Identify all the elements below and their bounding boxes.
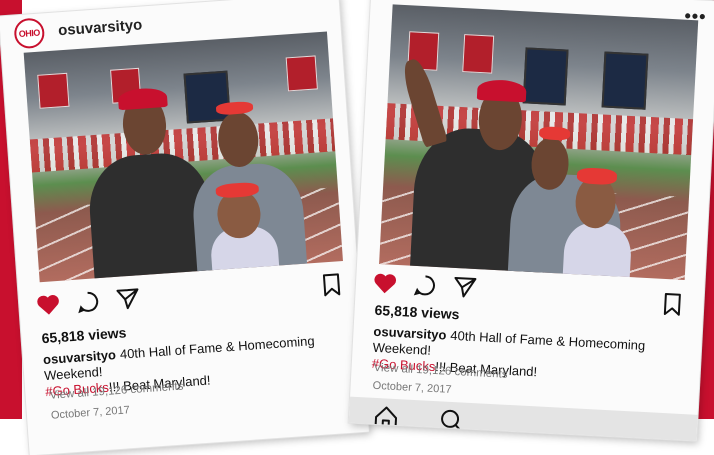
send-icon[interactable] bbox=[114, 285, 142, 313]
bookmark-icon[interactable] bbox=[659, 291, 686, 318]
search-icon[interactable] bbox=[438, 407, 465, 434]
baby-figure bbox=[561, 221, 633, 280]
post-photo[interactable] bbox=[379, 4, 699, 280]
scoreboard-screen bbox=[601, 51, 649, 111]
caption: osuvarsityo 40th Hall of Fame & Homecomin… bbox=[371, 324, 693, 389]
caption-username[interactable]: osuvarsityo bbox=[43, 347, 117, 367]
heart-icon[interactable] bbox=[371, 270, 398, 297]
scoreboard-screen bbox=[183, 70, 231, 124]
post-photo[interactable] bbox=[23, 31, 343, 283]
red-cap bbox=[476, 79, 527, 103]
instagram-post-card-left: OHIO osuvarsityo 65,818 views osuvarsity… bbox=[0, 0, 369, 455]
view-count: 65,818 views bbox=[41, 324, 127, 347]
avatar[interactable]: OHIO bbox=[13, 17, 46, 50]
scoreboard-screen bbox=[522, 47, 569, 106]
comment-icon[interactable] bbox=[411, 272, 438, 299]
arena-banner bbox=[462, 34, 495, 75]
arena-banner bbox=[286, 55, 318, 92]
post-date: October 7, 2017 bbox=[50, 404, 131, 422]
view-count: 65,818 views bbox=[374, 301, 460, 323]
woman-head bbox=[216, 110, 261, 169]
post-date: October 7, 2017 bbox=[372, 379, 452, 396]
instagram-post-card-right: ••• 65,818 views osuvarsityo 40th Hall o… bbox=[348, 0, 714, 441]
heart-icon[interactable] bbox=[34, 291, 62, 319]
comment-icon[interactable] bbox=[74, 288, 102, 316]
arena-banner bbox=[37, 72, 70, 109]
bookmark-icon[interactable] bbox=[318, 271, 346, 299]
post-username[interactable]: osuvarsityo bbox=[58, 16, 143, 39]
ohio-state-logo: OHIO bbox=[18, 27, 41, 40]
home-icon[interactable] bbox=[372, 404, 399, 431]
hair-bow bbox=[216, 101, 254, 116]
send-icon[interactable] bbox=[451, 274, 478, 301]
